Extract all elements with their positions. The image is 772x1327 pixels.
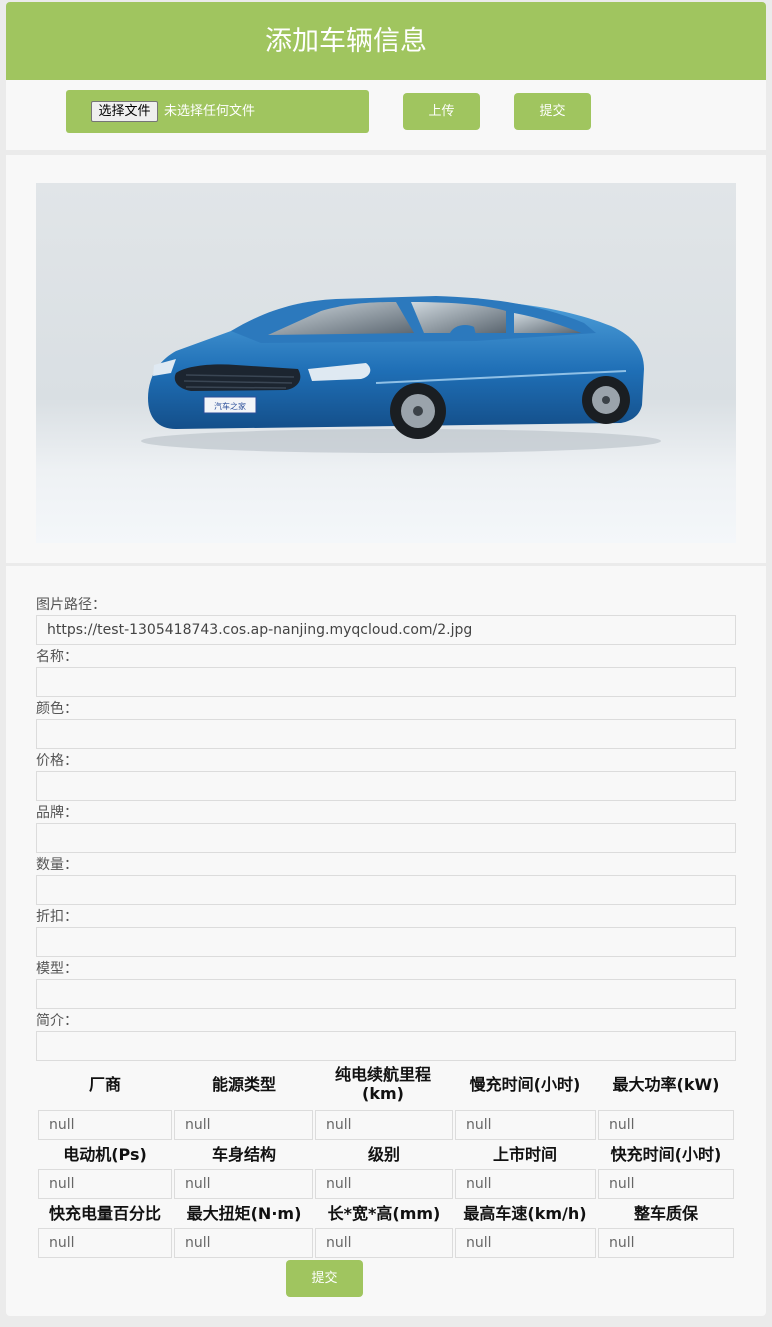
model-input[interactable] — [36, 979, 736, 1009]
intro-label: 简介： — [36, 1013, 78, 1029]
spec-header-body-structure: 车身结构 — [211, 1145, 276, 1164]
spec-header-max-power: 最大功率(kW) — [612, 1075, 720, 1094]
spec-input-dimensions[interactable]: null — [315, 1228, 453, 1258]
spec-header-level: 级别 — [367, 1145, 400, 1164]
price-input[interactable] — [36, 771, 736, 801]
spec-input-launch-date[interactable]: null — [455, 1169, 596, 1199]
spec-input-manufacturer[interactable]: null — [38, 1110, 172, 1140]
price-label: 价格： — [36, 753, 78, 769]
spec-header-dimensions: 长*宽*高(mm) — [327, 1204, 441, 1223]
page-title: 添加车辆信息 — [265, 26, 427, 57]
spec-header-slow-charge: 慢充时间(小时) — [469, 1075, 581, 1094]
image-preview-panel: 汽车之家 — [6, 155, 766, 563]
spec-header-manufacturer: 厂商 — [88, 1075, 121, 1094]
spec-input-max-torque[interactable]: null — [174, 1228, 313, 1258]
discount-label: 折扣： — [36, 909, 78, 925]
spec-input-ev-range[interactable]: null — [315, 1110, 453, 1140]
color-label: 颜色： — [36, 701, 78, 717]
spec-header-max-torque: 最大扭矩(N·m) — [186, 1204, 302, 1223]
name-label: 名称： — [36, 649, 78, 665]
spec-input-fast-charge[interactable]: null — [598, 1169, 734, 1199]
image-path-input[interactable]: https://test-1305418743.cos.ap-nanjing.m… — [36, 615, 736, 645]
brand-label: 品牌： — [36, 805, 78, 821]
spec-header-warranty: 整车质保 — [633, 1204, 698, 1223]
car-illustration: 汽车之家 — [141, 296, 661, 453]
spec-input-max-power[interactable]: null — [598, 1110, 734, 1140]
spec-input-slow-charge[interactable]: null — [455, 1110, 596, 1140]
choose-file-button[interactable]: 选择文件 — [91, 101, 158, 122]
spec-header-top-speed: 最高车速(km/h) — [463, 1204, 587, 1223]
license-plate-text: 汽车之家 — [214, 401, 246, 411]
upload-toolbar: 选择文件 未选择任何文件 上传 提交 — [6, 80, 766, 150]
quantity-input[interactable] — [36, 875, 736, 905]
spec-input-top-speed[interactable]: null — [455, 1228, 596, 1258]
name-input[interactable] — [36, 667, 736, 697]
model-label: 模型： — [36, 961, 78, 977]
brand-input[interactable] — [36, 823, 736, 853]
spec-input-energy-type[interactable]: null — [174, 1110, 313, 1140]
discount-input[interactable] — [36, 927, 736, 957]
spec-header-motor: 电动机(Ps) — [63, 1145, 147, 1164]
image-path-label: 图片路径： — [36, 597, 106, 613]
spec-input-fast-charge-percent[interactable]: null — [38, 1228, 172, 1258]
spec-input-motor[interactable]: null — [38, 1169, 172, 1199]
file-status-text: 未选择任何文件 — [164, 104, 256, 119]
submit-top-button[interactable]: 提交 — [514, 93, 591, 130]
spec-header-ev-range: 纯电续航里程(km) — [334, 1065, 431, 1103]
spec-input-body-structure[interactable]: null — [174, 1169, 313, 1199]
car-image: 汽车之家 — [36, 183, 736, 543]
file-picker: 选择文件 未选择任何文件 — [66, 90, 369, 133]
page-header: 添加车辆信息 — [6, 2, 766, 80]
spec-input-warranty[interactable]: null — [598, 1228, 734, 1258]
color-input[interactable] — [36, 719, 736, 749]
upload-button[interactable]: 上传 — [403, 93, 480, 130]
submit-form-button[interactable]: 提交 — [286, 1260, 363, 1297]
vehicle-form: 图片路径： https://test-1305418743.cos.ap-nan… — [6, 566, 766, 1316]
quantity-label: 数量： — [36, 857, 78, 873]
spec-input-level[interactable]: null — [315, 1169, 453, 1199]
spec-header-energy-type: 能源类型 — [211, 1075, 276, 1094]
spec-header-fast-charge-percent: 快充电量百分比 — [48, 1204, 161, 1223]
spec-header-launch-date: 上市时间 — [492, 1145, 557, 1164]
spec-header-fast-charge: 快充时间(小时) — [610, 1145, 722, 1164]
intro-input[interactable] — [36, 1031, 736, 1061]
